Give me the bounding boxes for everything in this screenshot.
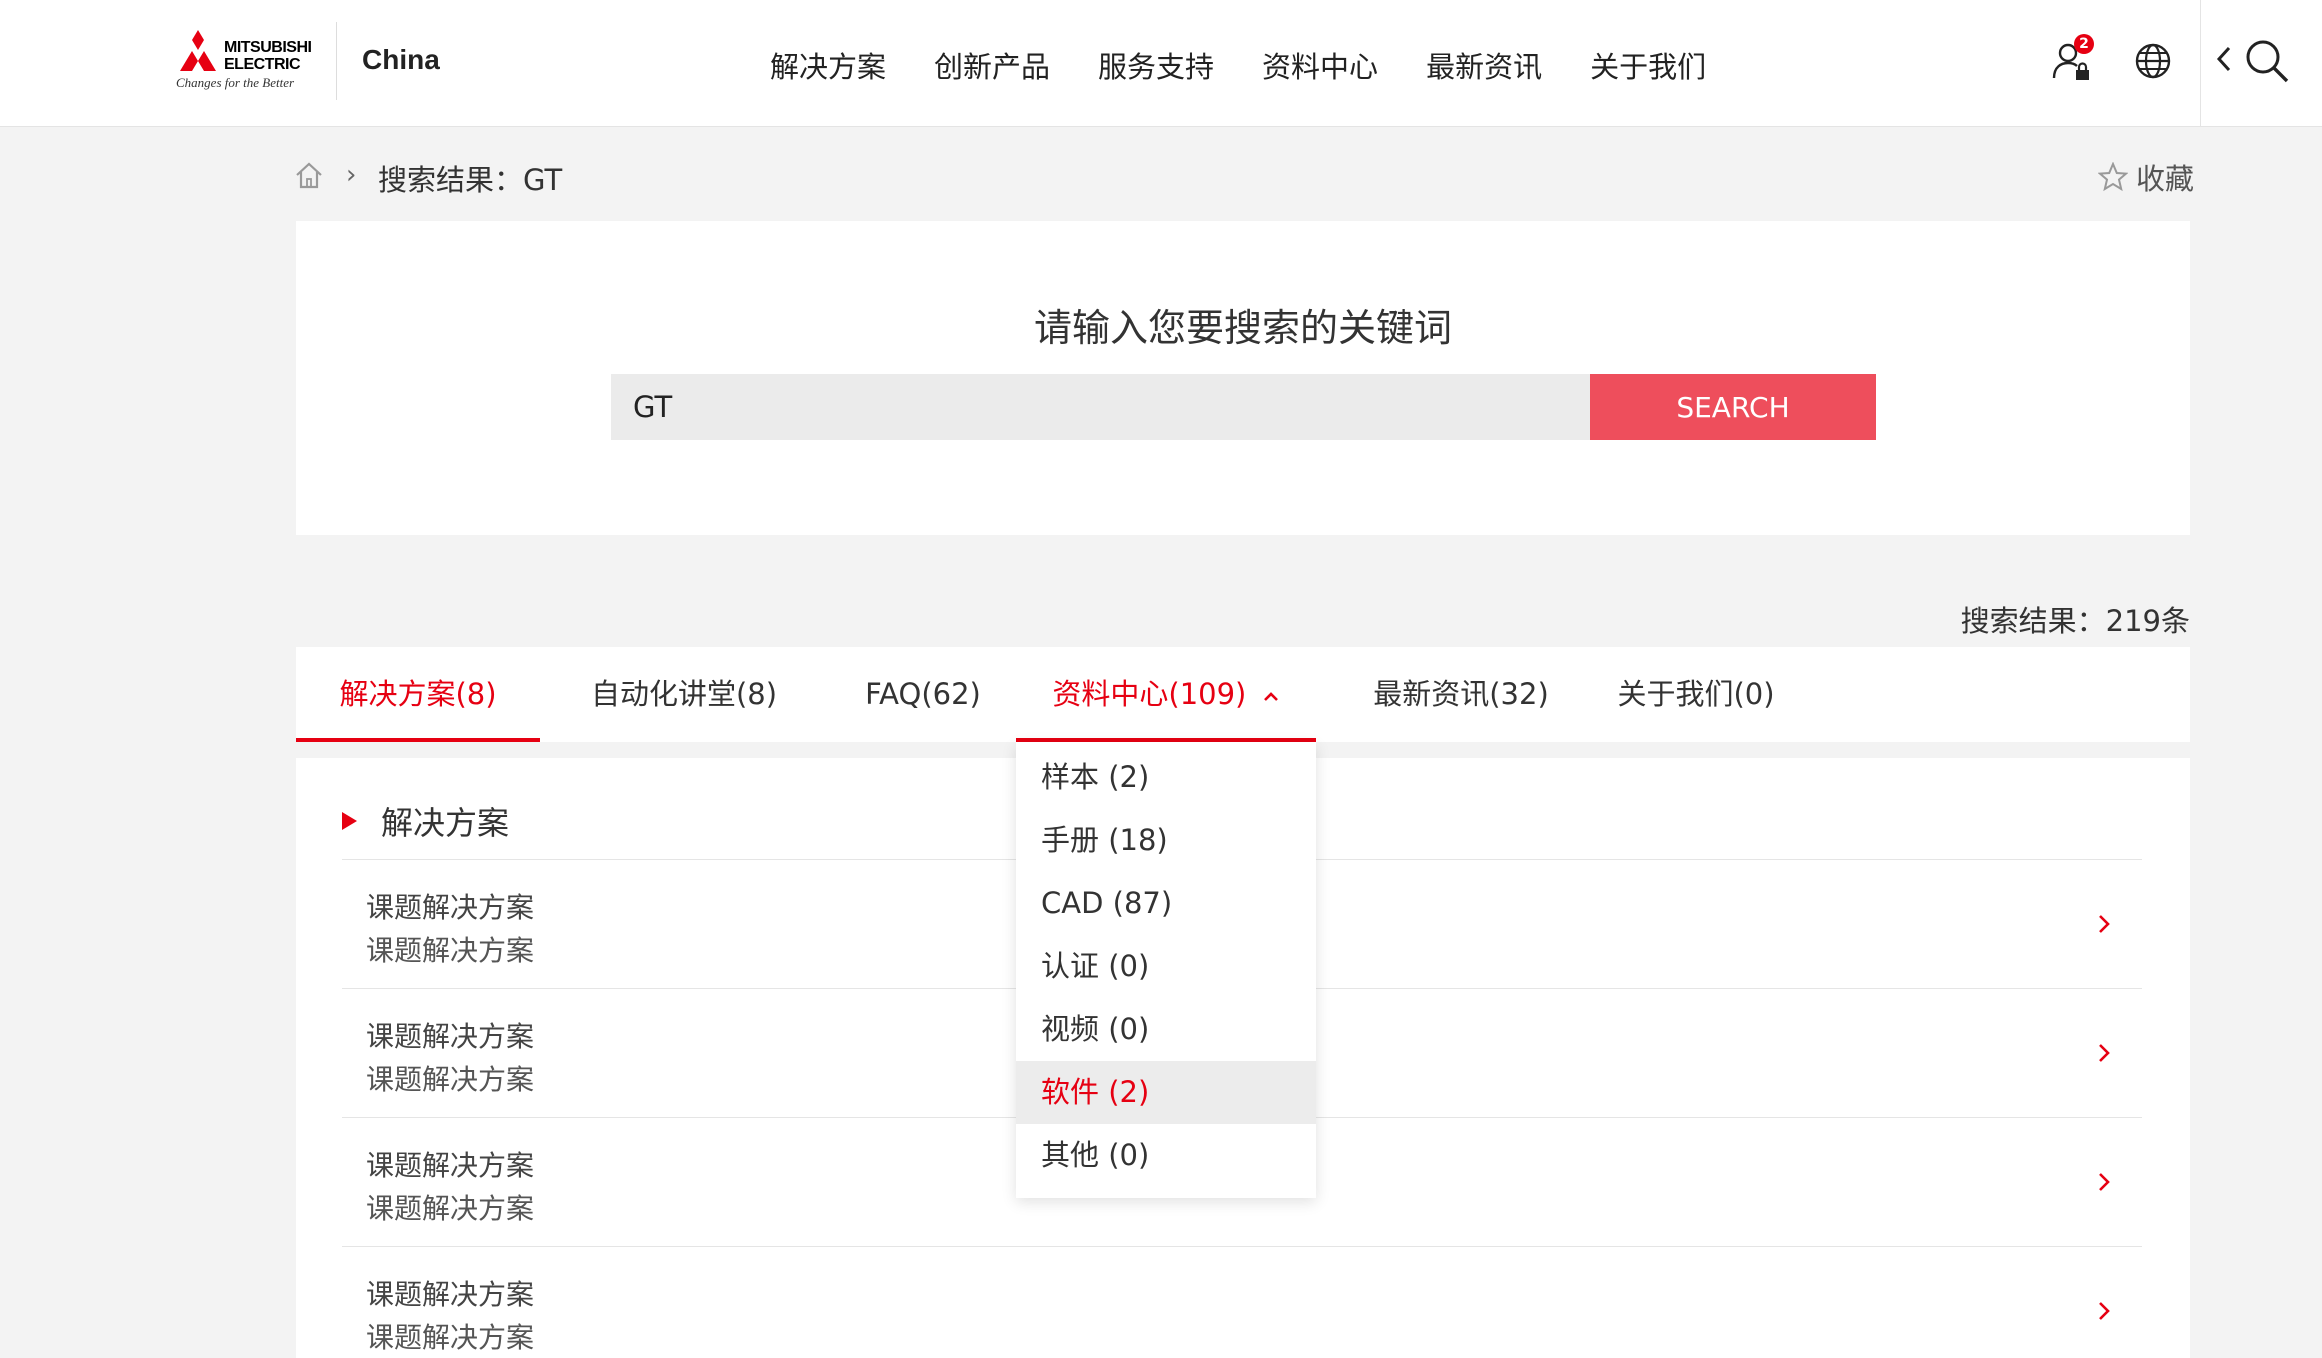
result-subtitle: 课题解决方案: [366, 1192, 535, 1225]
search-panel: 请输入您要搜索的关键词 SEARCH: [296, 221, 2190, 535]
breadcrumb-home[interactable]: [294, 160, 324, 194]
dropdown-item-video[interactable]: 视频 (0): [1016, 998, 1316, 1061]
result-title: 课题解决方案: [366, 891, 535, 924]
dropdown-item-manual[interactable]: 手册 (18): [1016, 809, 1316, 872]
chevron-right-icon: [2099, 1044, 2110, 1062]
tab-active-indicator: [296, 738, 540, 742]
language-button[interactable]: [2134, 42, 2172, 84]
breadcrumb-current: 搜索结果：GT: [378, 163, 563, 197]
tab-faq[interactable]: FAQ(62): [856, 647, 990, 742]
tab-label: 最新资讯(32): [1373, 677, 1549, 711]
section-header: 解决方案: [342, 798, 509, 844]
tab-solutions[interactable]: 解决方案(8): [296, 647, 540, 742]
chevron-up-icon: [1263, 692, 1278, 701]
nav-item-products[interactable]: 创新产品: [934, 44, 1050, 86]
tab-resource-center[interactable]: 资料中心(109): [1016, 647, 1316, 742]
star-icon: [2098, 162, 2128, 192]
search-icon: [2246, 40, 2289, 83]
dropdown-item-brochure[interactable]: 样本 (2): [1016, 746, 1316, 809]
site-header: MITSUBISHI ELECTRIC Changes for the Bett…: [0, 0, 2322, 127]
three-diamonds-logo-icon: [180, 30, 216, 71]
result-subtitle: 课题解决方案: [366, 1063, 535, 1096]
result-title: 课题解决方案: [366, 1020, 535, 1053]
home-icon: [296, 162, 322, 189]
result-title: 课题解决方案: [366, 1278, 535, 1311]
tab-news[interactable]: 最新资讯(32): [1356, 647, 1566, 742]
nav-item-about[interactable]: 关于我们: [1590, 44, 1706, 86]
brand-line1: MITSUBISHI: [224, 39, 312, 56]
main-nav: 解决方案 创新产品 服务支持 资料中心 最新资讯 关于我们: [770, 44, 1754, 86]
triangle-marker-icon: [342, 812, 357, 830]
nav-item-support[interactable]: 服务支持: [1098, 44, 1214, 86]
user-account-button[interactable]: 2: [2052, 34, 2096, 82]
nav-item-news[interactable]: 最新资讯: [1426, 44, 1542, 86]
brand-tagline: Changes for the Better: [176, 75, 295, 90]
nav-item-solutions[interactable]: 解决方案: [770, 44, 886, 86]
result-subtitle: 课题解决方案: [366, 934, 535, 967]
tab-label: 解决方案(8): [339, 677, 497, 711]
search-input[interactable]: [611, 374, 1590, 440]
tab-label: 自动化讲堂(8): [590, 677, 778, 711]
tab-automation-lectures[interactable]: 自动化讲堂(8): [586, 647, 782, 742]
mitsubishi-logo[interactable]: MITSUBISHI ELECTRIC Changes for the Bett…: [176, 28, 316, 92]
chevron-right-icon: [2099, 1173, 2110, 1191]
favorite-button[interactable]: 收藏: [2098, 156, 2194, 198]
result-count: 搜索结果：219条: [1960, 604, 2190, 638]
search-title: 请输入您要搜索的关键词: [1033, 306, 1452, 350]
tab-label: 资料中心(109): [1052, 677, 1247, 711]
favorite-label: 收藏: [2136, 162, 2195, 196]
nav-item-resources[interactable]: 资料中心: [1262, 44, 1378, 86]
dropdown-item-certification[interactable]: 认证 (0): [1016, 935, 1316, 998]
header-search-button[interactable]: [2244, 38, 2290, 88]
result-subtitle: 课题解决方案: [366, 1321, 535, 1354]
result-title: 课题解决方案: [366, 1149, 535, 1182]
result-row[interactable]: 课题解决方案 课题解决方案: [342, 1246, 2142, 1358]
dropdown-item-cad[interactable]: CAD (87): [1016, 872, 1316, 935]
logo-divider: [336, 22, 337, 100]
tab-label: FAQ(62): [865, 677, 981, 711]
tab-label: 关于我们(0): [1617, 677, 1775, 711]
dropdown-item-software[interactable]: 软件 (2): [1016, 1061, 1316, 1124]
chevron-left-icon: [2216, 46, 2231, 72]
collapse-button[interactable]: [2214, 44, 2234, 78]
breadcrumb-separator-icon: ›: [346, 160, 357, 190]
header-divider: [2200, 0, 2201, 127]
chevron-right-icon: [2099, 915, 2110, 933]
globe-icon: [2135, 43, 2171, 79]
notification-badge: 2: [2074, 34, 2094, 54]
brand-line2: ELECTRIC: [224, 56, 301, 73]
tab-about[interactable]: 关于我们(0): [1616, 647, 1776, 742]
chevron-right-icon: [2099, 1302, 2110, 1320]
result-tabs: 解决方案(8) 自动化讲堂(8) FAQ(62) 资料中心(109) 最新资讯(…: [296, 647, 2190, 742]
resource-center-dropdown: 样本 (2) 手册 (18) CAD (87) 认证 (0) 视频 (0) 软件…: [1016, 742, 1316, 1198]
dropdown-item-other[interactable]: 其他 (0): [1016, 1124, 1316, 1187]
region-label[interactable]: China: [362, 44, 440, 76]
section-title: 解决方案: [381, 804, 510, 842]
search-button[interactable]: SEARCH: [1590, 374, 1876, 440]
